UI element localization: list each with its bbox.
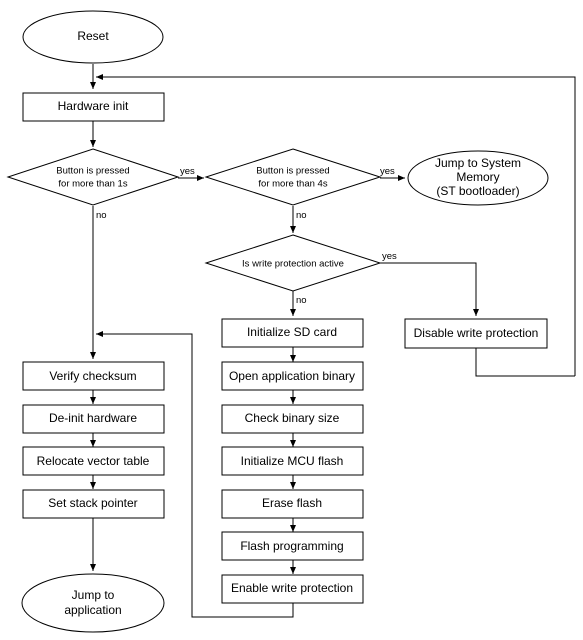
node-button-4s-line1: Button is pressed bbox=[256, 166, 329, 177]
node-erase-flash: Erase flash bbox=[221, 489, 364, 519]
node-deinit-hardware: De-init hardware bbox=[22, 404, 165, 434]
flowchart-canvas: yes no yes no yes no Reset Hardware init… bbox=[6, 10, 576, 633]
node-jump-system-line3: (ST bootloader) bbox=[436, 184, 519, 198]
node-set-stack-pointer: Set stack pointer bbox=[22, 489, 165, 519]
edge-wp-yes bbox=[380, 262, 479, 316]
node-hardware-init-label: Hardware init bbox=[58, 99, 129, 113]
node-button-1s: Button is pressed for more than 1s bbox=[6, 148, 180, 206]
node-disable-write-protection: Disable write protection bbox=[404, 318, 548, 349]
label-yes-button1s: yes bbox=[180, 166, 195, 177]
label-no-button4s: no bbox=[296, 210, 307, 221]
node-reset: Reset bbox=[22, 10, 164, 64]
node-jump-to-application: Jump to application bbox=[21, 573, 165, 633]
node-enable-write-protection: Enable write protection bbox=[221, 574, 364, 604]
node-reset-label: Reset bbox=[77, 29, 109, 43]
node-flash-programming: Flash programming bbox=[221, 531, 364, 561]
node-relocate-vt-label: Relocate vector table bbox=[37, 454, 150, 468]
node-jump-app-line2: application bbox=[64, 603, 121, 617]
node-initialize-sd-card: Initialize SD card bbox=[221, 318, 364, 348]
node-jump-system-line1: Jump to System bbox=[435, 156, 521, 170]
node-check-size-label: Check binary size bbox=[245, 411, 340, 425]
node-button-1s-line1: Button is pressed bbox=[56, 166, 129, 177]
node-write-protection-check: Is write protection active bbox=[204, 234, 382, 292]
node-jump-app-line1: Jump to bbox=[72, 588, 115, 602]
node-button-4s-line2: for more than 4s bbox=[258, 179, 327, 190]
node-set-sp-label: Set stack pointer bbox=[48, 496, 137, 510]
node-hardware-init: Hardware init bbox=[22, 92, 165, 122]
label-yes-button4s: yes bbox=[380, 166, 395, 177]
node-erase-flash-label: Erase flash bbox=[262, 496, 322, 510]
node-disable-wp-label: Disable write protection bbox=[414, 326, 539, 340]
node-jump-system-memory: Jump to System Memory (ST bootloader) bbox=[407, 150, 549, 206]
node-flash-prog-label: Flash programming bbox=[240, 539, 343, 553]
node-deinit-hw-label: De-init hardware bbox=[49, 411, 137, 425]
node-relocate-vector-table: Relocate vector table bbox=[22, 446, 165, 476]
node-button-1s-line2: for more than 1s bbox=[58, 179, 127, 190]
label-no-wp: no bbox=[296, 295, 307, 306]
node-open-binary-label: Open application binary bbox=[229, 369, 355, 383]
node-init-flash-label: Initialize MCU flash bbox=[241, 454, 344, 468]
node-init-sd-label: Initialize SD card bbox=[247, 325, 337, 339]
node-verify-checksum: Verify checksum bbox=[22, 361, 165, 391]
node-button-4s: Button is pressed for more than 4s bbox=[204, 148, 382, 206]
node-enable-wp-label: Enable write protection bbox=[231, 581, 353, 595]
node-check-binary-size: Check binary size bbox=[221, 404, 364, 434]
node-initialize-mcu-flash: Initialize MCU flash bbox=[221, 446, 364, 476]
edge-disable-to-loop bbox=[475, 348, 575, 377]
node-write-protection-check-label: Is write protection active bbox=[242, 259, 344, 270]
node-open-application-binary: Open application binary bbox=[221, 361, 364, 391]
label-no-button1s: no bbox=[96, 210, 107, 221]
node-jump-system-line2: Memory bbox=[456, 170, 499, 184]
node-verify-checksum-label: Verify checksum bbox=[49, 369, 136, 383]
label-yes-wp: yes bbox=[382, 251, 397, 262]
